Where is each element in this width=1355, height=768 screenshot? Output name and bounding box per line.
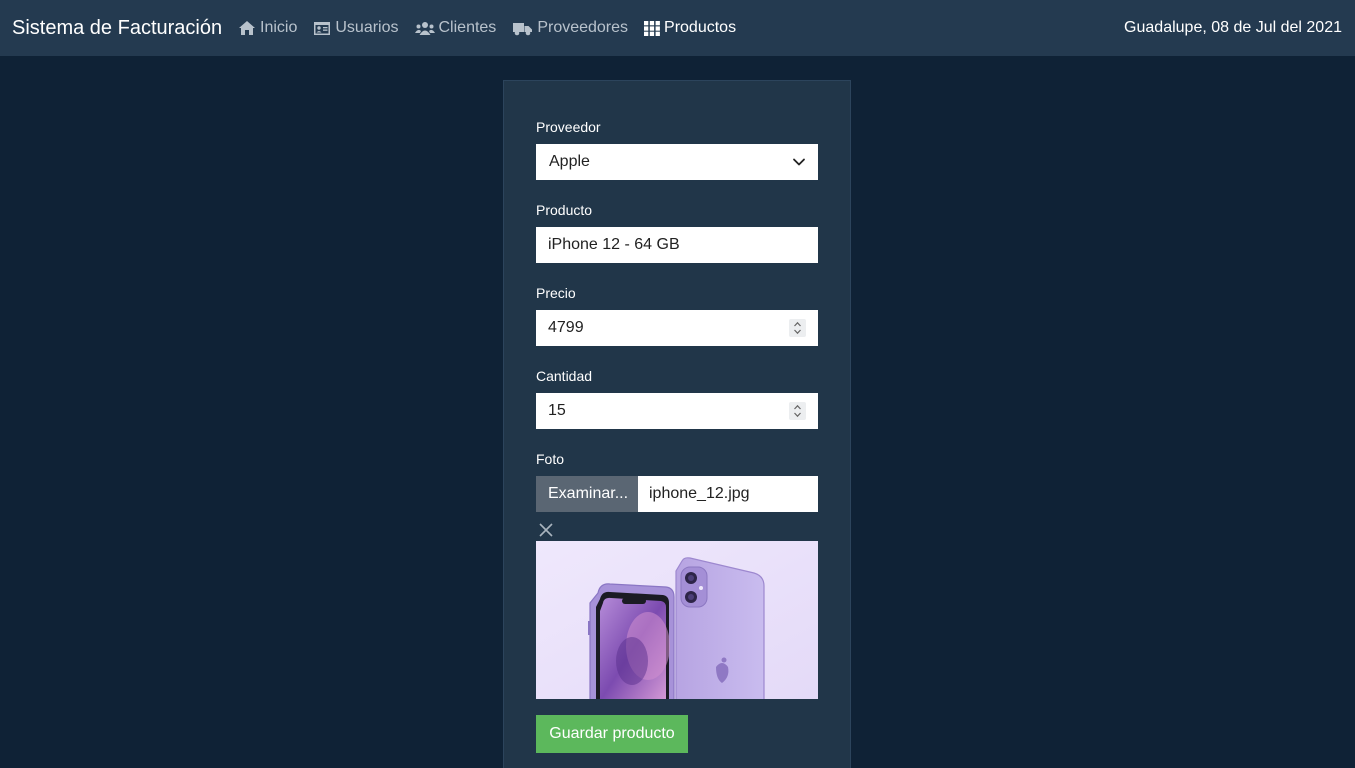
producto-value: iPhone 12 - 64 GB [548,236,680,253]
save-product-button[interactable]: Guardar producto [536,715,688,753]
spin-down-icon[interactable] [793,412,802,418]
precio-label: Precio [536,285,576,301]
truck-icon [513,22,533,35]
cantidad-input[interactable]: 15 [536,393,818,429]
foto-file-input[interactable]: Examinar... iphone_12.jpg [536,476,818,512]
nav-item-label: Inicio [260,19,298,36]
nav-item-inicio[interactable]: Inicio [238,17,297,39]
top-navbar: Sistema de Facturación Inicio Usuarios C… [0,0,1355,56]
main-nav: Inicio Usuarios Clientes Proveedores Pro… [238,17,752,39]
nav-item-label: Usuarios [335,19,399,36]
current-date: Guadalupe, 08 de Jul del 2021 [1124,19,1342,36]
grid-icon [644,20,660,36]
nav-item-productos[interactable]: Productos [644,17,736,39]
precio-input[interactable]: 4799 [536,310,818,346]
iphone-photo [536,541,818,699]
producto-input[interactable]: iPhone 12 - 64 GB [536,227,818,263]
users-icon [414,21,435,35]
spin-up-icon[interactable] [793,404,802,410]
nav-item-proveedores[interactable]: Proveedores [512,17,628,39]
nav-item-clientes[interactable]: Clientes [414,17,497,39]
cantidad-value: 15 [548,402,566,419]
chevron-down-icon [793,158,805,166]
spin-up-icon[interactable] [793,321,802,327]
cantidad-spinner[interactable] [789,402,806,420]
proveedor-selected-value: Apple [549,153,590,170]
proveedor-label: Proveedor [536,119,601,135]
cantidad-label: Cantidad [536,368,593,384]
browse-button[interactable]: Examinar... [536,476,638,512]
id-card-icon [314,21,331,35]
nav-item-label: Proveedores [537,19,629,36]
home-icon [239,21,255,35]
product-form-card: Proveedor Apple Producto iPhone 12 - 64 … [503,80,851,768]
precio-spinner[interactable] [789,319,806,337]
product-photo-preview [536,541,818,699]
file-name-display[interactable]: iphone_12.jpg [638,476,818,512]
proveedor-select[interactable]: Apple [536,144,818,180]
producto-label: Producto [536,202,593,218]
close-icon[interactable] [538,522,554,538]
nav-item-label: Productos [664,19,737,36]
spin-down-icon[interactable] [793,329,802,335]
foto-label: Foto [536,451,565,467]
app-brand[interactable]: Sistema de Facturación [12,16,222,40]
nav-item-label: Clientes [438,19,497,36]
nav-item-usuarios[interactable]: Usuarios [313,17,399,39]
precio-value: 4799 [548,319,584,336]
